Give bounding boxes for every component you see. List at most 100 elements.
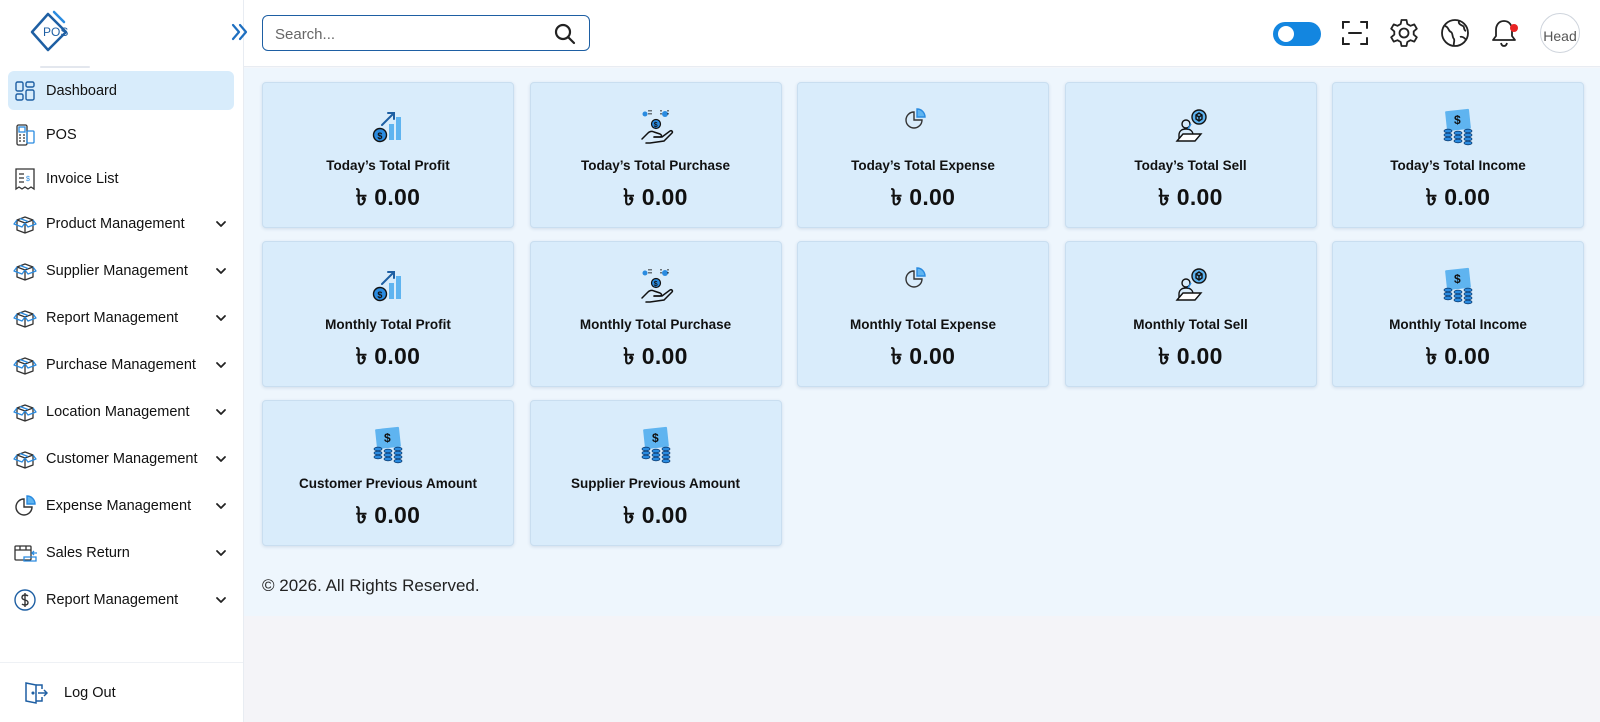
pie-icon <box>12 493 38 519</box>
stat-card[interactable]: $ Monthly Total Income ৳ 0.00 <box>1332 241 1584 387</box>
stat-card-value: ৳ 0.00 <box>623 184 688 210</box>
stat-card-title: Today’s Total Expense <box>851 158 995 173</box>
stat-card-title: Today’s Total Sell <box>1134 158 1247 173</box>
sidebar-item-label: Purchase Management <box>46 357 196 373</box>
stat-card-title: Supplier Previous Amount <box>570 476 741 491</box>
chevron-down-icon[interactable] <box>214 358 228 372</box>
sidebar-collapse-button[interactable] <box>228 20 252 44</box>
sidebar-item-invoice-list[interactable]: $ Invoice List <box>8 159 234 198</box>
search-icon[interactable] <box>553 22 577 46</box>
stat-card-value: ৳ 0.00 <box>890 184 956 210</box>
svg-text:$: $ <box>26 176 30 183</box>
top-header: Head <box>231 0 1600 67</box>
svg-text:$: $ <box>1454 272 1461 286</box>
bell-icon[interactable] <box>1488 17 1520 49</box>
theme-toggle[interactable] <box>1273 22 1321 46</box>
chevron-down-icon[interactable] <box>214 546 228 560</box>
pie-icon <box>903 107 943 147</box>
fullscreen-icon[interactable] <box>1339 17 1371 49</box>
sidebar-nav: Dashboard POS $ Invoice List Product Managem… <box>8 71 234 626</box>
profit-chart-icon: $ <box>368 266 408 306</box>
stat-card-value: ৳ 0.00 <box>1425 184 1491 210</box>
sidebar-item-customer-management[interactable]: Customer Management <box>8 438 234 480</box>
sidebar-item-label: Sales Return <box>46 545 130 561</box>
stat-card-value: ৳ 0.00 <box>355 502 421 528</box>
sidebar-item-location-management[interactable]: Location Management <box>8 391 234 433</box>
chevron-down-icon[interactable] <box>214 264 228 278</box>
sidebar-item-label: Dashboard <box>46 82 117 99</box>
stat-card-value: ৳ 0.00 <box>623 343 688 369</box>
logout-button[interactable]: Log Out <box>0 662 243 722</box>
stat-card[interactable]: $ Today’s Total Income ৳ 0.00 <box>1332 82 1584 228</box>
chevron-down-icon[interactable] <box>214 499 228 513</box>
box-icon <box>12 399 38 425</box>
chevron-down-icon[interactable] <box>214 405 228 419</box>
stat-card-title: Today’s Total Profit <box>326 158 450 173</box>
stat-card-value: ৳ 0.00 <box>890 343 956 369</box>
money-stack-icon: $ <box>1438 107 1478 147</box>
sidebar-item-supplier-management[interactable]: Supplier Management <box>8 250 234 292</box>
avatar-alt-text: Head <box>1543 28 1577 44</box>
money-stack-icon: $ <box>368 425 408 465</box>
chevron-down-icon[interactable] <box>214 217 228 231</box>
globe-icon[interactable] <box>1439 17 1471 49</box>
sidebar-item-dashboard[interactable]: Dashboard <box>8 71 234 110</box>
user-avatar[interactable]: Head <box>1540 13 1580 53</box>
sidebar-item-label: Report Management <box>46 310 179 326</box>
stat-card[interactable]: Monthly Total Expense ৳ 0.00 <box>797 241 1049 387</box>
sidebar-item-label: Location Management <box>46 404 190 420</box>
notification-badge <box>1510 24 1518 32</box>
stat-card[interactable]: $ Today’s Total Profit ৳ 0.00 <box>262 82 514 228</box>
copyright-text: © 2026. All Rights Reserved. <box>262 576 480 595</box>
search-input[interactable] <box>275 24 535 44</box>
dollar-circle-icon <box>12 587 38 613</box>
box-icon <box>12 352 38 378</box>
stat-card-value: ৳ 0.00 <box>355 343 421 369</box>
sidebar-item-report-management[interactable]: Report Management <box>8 579 234 621</box>
sidebar-item-label: Product Management <box>46 216 185 232</box>
toggle-knob <box>1278 26 1294 42</box>
search-box <box>262 15 590 51</box>
sidebar-item-label: Report Management <box>46 592 179 608</box>
stat-card[interactable]: $ Today’s Total Purchase ৳ 0.00 <box>529 82 782 228</box>
page-background <box>244 616 1600 722</box>
logo-divider <box>40 66 90 68</box>
stat-card-value: ৳ 0.00 <box>1425 343 1491 369</box>
svg-text:$: $ <box>653 122 657 129</box>
sidebar-item-pos[interactable]: POS <box>8 115 234 154</box>
svg-text:POS: POS <box>43 25 68 39</box>
return-icon <box>12 540 38 566</box>
chevron-down-icon[interactable] <box>214 452 228 466</box>
stat-card[interactable]: $ Supplier Previous Amount ৳ 0.00 <box>529 400 782 546</box>
stat-card[interactable]: $ Monthly Total Profit ৳ 0.00 <box>262 241 514 387</box>
dashboard-content: © 2026. All Rights Reserved. $ Today’s To… <box>244 68 1600 616</box>
box-icon <box>12 211 38 237</box>
box-icon <box>12 446 38 472</box>
hand-coins-icon: $ <box>636 266 676 306</box>
stat-card-title: Monthly Total Income <box>1389 317 1527 332</box>
stat-card-value: ৳ 0.00 <box>1158 184 1223 210</box>
sidebar-item-expense-management[interactable]: Expense Management <box>8 485 234 527</box>
stat-card[interactable]: Today’s Total Expense ৳ 0.00 <box>797 82 1049 228</box>
pos-logo[interactable]: POS <box>28 10 80 54</box>
svg-text:$: $ <box>652 431 659 445</box>
pie-icon <box>903 266 943 306</box>
stat-card-value: ৳ 0.00 <box>623 502 688 528</box>
sidebar-item-product-management[interactable]: Product Management <box>8 203 234 245</box>
pos-icon <box>12 122 38 148</box>
gear-icon[interactable] <box>1388 17 1420 49</box>
sidebar-item-sales-return[interactable]: Sales Return <box>8 532 234 574</box>
svg-text:$: $ <box>377 290 382 300</box>
chevron-down-icon[interactable] <box>214 311 228 325</box>
stat-card[interactable]: Today’s Total Sell ৳ 0.00 <box>1064 82 1317 228</box>
stat-card-title: Monthly Total Profit <box>325 317 451 332</box>
stat-card[interactable]: Monthly Total Sell ৳ 0.00 <box>1064 241 1317 387</box>
chevron-down-icon[interactable] <box>214 593 228 607</box>
stat-card[interactable]: $ Monthly Total Purchase ৳ 0.00 <box>529 241 782 387</box>
stat-card[interactable]: $ Customer Previous Amount ৳ 0.00 <box>262 400 514 546</box>
sidebar-item-report-management[interactable]: Report Management <box>8 297 234 339</box>
sidebar-item-purchase-management[interactable]: Purchase Management <box>8 344 234 386</box>
stat-card-title: Customer Previous Amount <box>298 476 478 491</box>
logout-icon <box>22 680 48 706</box>
seller-icon <box>1171 107 1211 147</box>
